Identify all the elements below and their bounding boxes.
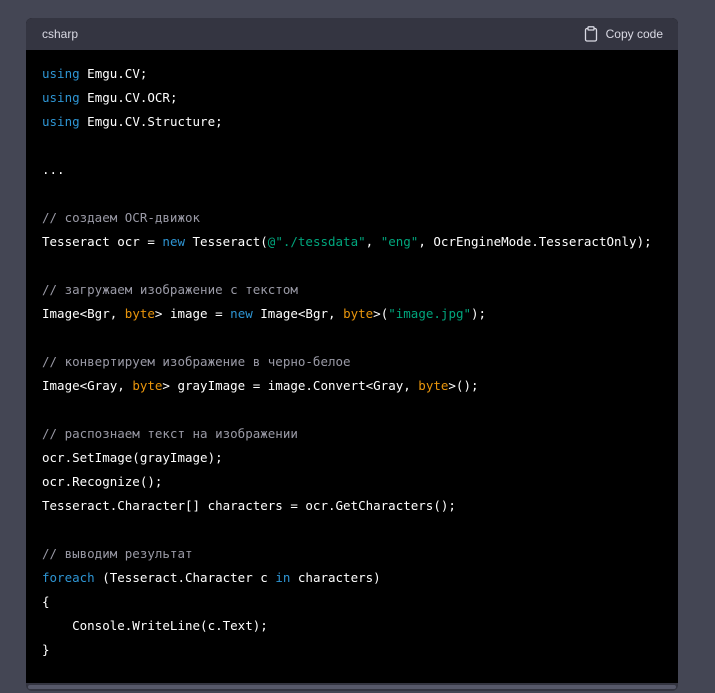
- code-token-plain: Tesseract ocr =: [42, 234, 163, 249]
- code-token-keyword: new: [230, 306, 253, 321]
- copy-code-label: Copy code: [605, 27, 663, 41]
- code-token-plain: Emgu.CV;: [79, 66, 148, 81]
- code-token-comment: // распознаем текст на изображении: [42, 426, 298, 441]
- code-line: Console.WriteLine(c.Text);: [42, 614, 662, 638]
- code-token-type: byte: [132, 378, 163, 393]
- code-token-string: "image.jpg": [388, 306, 472, 321]
- code-line: using Emgu.CV.Structure;: [42, 110, 662, 134]
- code-block: csharp Copy code using Emgu.CV; using Emg…: [26, 18, 678, 690]
- code-line: ocr.Recognize();: [42, 470, 662, 494]
- code-token-plain: Emgu.CV.Structure;: [79, 114, 223, 129]
- code-token-plain: ...: [42, 162, 65, 177]
- code-line: foreach (Tesseract.Character c in charac…: [42, 566, 662, 590]
- code-token-type: byte: [418, 378, 449, 393]
- code-token-string: @"./tessdata": [267, 234, 366, 249]
- code-line: ocr.SetImage(grayImage);: [42, 446, 662, 470]
- code-token-plain: Tesseract.Character[] characters = ocr.G…: [42, 498, 456, 513]
- code-line: Tesseract.Character[] characters = ocr.G…: [42, 494, 662, 518]
- code-line: // конвертируем изображение в черно-бело…: [42, 350, 662, 374]
- code-token-keyword: in: [275, 570, 291, 585]
- code-token-type: byte: [343, 306, 374, 321]
- code-token-comment: // загружаем изображение с текстом: [42, 282, 298, 297]
- code-token-plain: }: [42, 642, 50, 657]
- copy-code-button[interactable]: Copy code: [584, 26, 663, 42]
- code-token-plain: , OcrEngineMode.TesseractOnly);: [418, 234, 652, 249]
- code-line: using Emgu.CV;: [42, 62, 662, 86]
- code-token-plain: (Tesseract.Character c: [94, 570, 276, 585]
- code-token-keyword: using: [42, 90, 80, 105]
- code-body[interactable]: using Emgu.CV; using Emgu.CV.OCR; using Em…: [26, 50, 678, 662]
- code-header: csharp Copy code: [26, 18, 678, 50]
- code-token-plain: );: [471, 306, 487, 321]
- code-line: // создаем OCR-движок: [42, 206, 662, 230]
- code-token-plain: >();: [448, 378, 479, 393]
- code-line: ...: [42, 158, 662, 182]
- code-token-plain: ocr.SetImage(grayImage);: [42, 450, 223, 465]
- code-token-comment: // создаем OCR-движок: [42, 210, 201, 225]
- language-label: csharp: [42, 27, 79, 41]
- code-token-keyword: new: [162, 234, 185, 249]
- code-token-comment: // выводим результат: [42, 546, 193, 561]
- code-token-plain: ,: [365, 234, 381, 249]
- code-token-plain: > grayImage = image.Convert<Gray,: [162, 378, 419, 393]
- code-token-plain: ocr.Recognize();: [42, 474, 163, 489]
- code-line: }: [42, 638, 662, 662]
- code-token-type: byte: [124, 306, 155, 321]
- code-token-plain: Image<Bgr,: [42, 306, 125, 321]
- code-token-comment: // конвертируем изображение в черно-бело…: [42, 354, 351, 369]
- code-line: // распознаем текст на изображении: [42, 422, 662, 446]
- code-token-plain: > image =: [154, 306, 231, 321]
- code-line: // выводим результат: [42, 542, 662, 566]
- code-token-keyword: foreach: [42, 570, 95, 585]
- code-line: Image<Gray, byte> grayImage = image.Conv…: [42, 374, 662, 398]
- code-token-keyword: using: [42, 66, 80, 81]
- code-token-plain: >(: [373, 306, 389, 321]
- code-token-string: "eng": [380, 234, 419, 249]
- horizontal-scrollbar[interactable]: [26, 683, 678, 691]
- code-token-plain: Tesseract(: [185, 234, 268, 249]
- code-line: Image<Bgr, byte> image = new Image<Bgr, …: [42, 302, 662, 326]
- code-token-plain: Console.WriteLine(c.Text);: [42, 618, 268, 633]
- scrollbar-thumb[interactable]: [28, 685, 676, 689]
- code-token-plain: {: [42, 594, 50, 609]
- code-line: // загружаем изображение с текстом: [42, 278, 662, 302]
- code-token-plain: Emgu.CV.OCR;: [79, 90, 178, 105]
- clipboard-icon: [584, 26, 598, 42]
- code-line: Tesseract ocr = new Tesseract(@"./tessda…: [42, 230, 662, 254]
- code-token-plain: Image<Bgr,: [252, 306, 344, 321]
- code-token-plain: Image<Gray,: [42, 378, 133, 393]
- code-line: using Emgu.CV.OCR;: [42, 86, 662, 110]
- code-line: {: [42, 590, 662, 614]
- code-token-keyword: using: [42, 114, 80, 129]
- code-token-plain: characters): [290, 570, 381, 585]
